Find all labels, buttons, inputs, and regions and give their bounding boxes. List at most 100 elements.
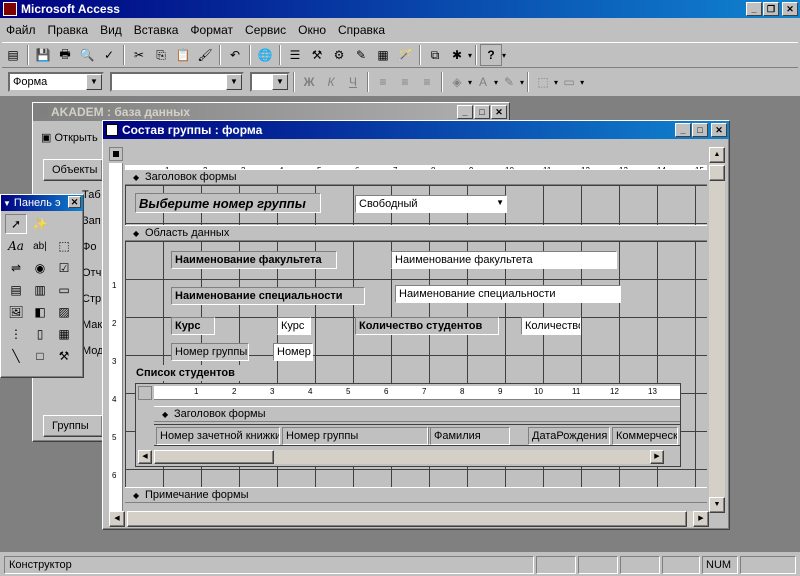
column-record-book[interactable]: Номер зачетной книжки: [156, 427, 280, 445]
form-footer-area[interactable]: [125, 503, 707, 511]
menu-item-format[interactable]: Формат: [184, 23, 239, 37]
restore-button[interactable]: ❐: [763, 2, 779, 16]
db-item-queries[interactable]: Зап: [82, 208, 104, 234]
group-select-combo[interactable]: Свободный ▼: [355, 195, 507, 213]
column-group-number[interactable]: Номер группы: [282, 427, 428, 445]
subform-horizontal-scrollbar[interactable]: ◀ ▶: [138, 450, 664, 464]
column-surname[interactable]: Фамилия: [430, 427, 510, 445]
autoformat-icon[interactable]: ⚙: [328, 44, 350, 66]
view-icon[interactable]: ▤: [2, 44, 24, 66]
align-left-icon[interactable]: ≡: [372, 71, 394, 93]
select-group-label[interactable]: Выберите номер группы: [135, 193, 321, 213]
column-birthdate[interactable]: ДатаРождения: [528, 427, 610, 445]
student-subform[interactable]: 1 2 3 4 5 6 7 8 9 10 11 12 13 ◆ Заголово…: [135, 383, 681, 467]
toggle-button-icon[interactable]: ⇌: [5, 258, 27, 278]
db-item-modules[interactable]: Мод: [82, 338, 104, 364]
detail-section-bar[interactable]: ◆ Область данных: [125, 225, 707, 241]
db-item-pages[interactable]: Стр: [82, 286, 104, 312]
italic-button[interactable]: К: [320, 71, 342, 93]
form-header-section-bar[interactable]: ◆ Заголовок формы: [125, 169, 707, 185]
underline-button[interactable]: Ч: [342, 71, 364, 93]
student-list-label[interactable]: Список студентов: [133, 365, 245, 381]
save-icon[interactable]: 💾: [32, 44, 54, 66]
command-button-icon[interactable]: ▭: [53, 280, 75, 300]
hyperlink-icon[interactable]: 🌐: [254, 44, 276, 66]
menu-item-tools[interactable]: Сервис: [239, 23, 292, 37]
help-icon[interactable]: ?: [480, 44, 503, 66]
font-color-icon[interactable]: A: [472, 71, 494, 93]
field-list-icon[interactable]: ☰: [284, 44, 306, 66]
border-width-icon[interactable]: ⬚: [532, 71, 554, 93]
wizard-icon[interactable]: ✨: [29, 214, 51, 234]
subform-selector[interactable]: [138, 386, 152, 400]
undo-icon[interactable]: ↶: [224, 44, 246, 66]
faculty-label[interactable]: Наименование факультета: [171, 251, 337, 269]
scroll-up-button[interactable]: ▲: [709, 147, 725, 163]
font-combo[interactable]: ▼: [110, 72, 244, 92]
new-object-icon[interactable]: ✱: [446, 44, 468, 66]
toolbox-icon[interactable]: ⚒: [306, 44, 328, 66]
unbound-frame-icon[interactable]: ◧: [29, 302, 51, 322]
form-horizontal-scrollbar[interactable]: ◀ ▶: [109, 511, 709, 527]
menu-item-view[interactable]: Вид: [94, 23, 128, 37]
subform-header-section-bar[interactable]: ◆ Заголовок формы: [154, 406, 680, 422]
minimize-button[interactable]: _: [746, 2, 762, 16]
specialty-label[interactable]: Наименование специальности: [171, 287, 365, 305]
fill-color-icon[interactable]: ◈: [446, 71, 468, 93]
close-button[interactable]: ✕: [68, 196, 81, 208]
align-right-icon[interactable]: ≡: [416, 71, 438, 93]
menu-item-edit[interactable]: Правка: [42, 23, 95, 37]
line-color-icon[interactable]: ✎: [498, 71, 520, 93]
student-count-field[interactable]: Количество: [521, 317, 581, 335]
course-field[interactable]: Курс: [277, 317, 311, 335]
database-window-icon[interactable]: ⧉: [424, 44, 446, 66]
toolbox-menu-icon[interactable]: ▼: [3, 199, 11, 208]
course-label[interactable]: Курс: [171, 317, 215, 335]
minimize-button[interactable]: _: [457, 105, 473, 119]
form-vertical-scrollbar[interactable]: ▲ ▼: [709, 147, 725, 513]
group-number-field[interactable]: Номер: [273, 343, 313, 361]
object-combo[interactable]: Форма ▼: [8, 72, 104, 92]
scroll-right-button[interactable]: ▶: [650, 450, 664, 464]
form-footer-section-bar[interactable]: ◆ Примечание формы: [125, 487, 707, 503]
objects-button[interactable]: Объекты: [43, 159, 103, 181]
scroll-thumb[interactable]: [709, 165, 725, 181]
form-design-window[interactable]: Состав группы : форма _ □ ✕ 1 2 3 4 5 6 …: [102, 120, 730, 530]
open-button[interactable]: ▣ Открыть: [41, 131, 98, 144]
builder-icon[interactable]: 🪄: [394, 44, 416, 66]
close-button[interactable]: ✕: [491, 105, 507, 119]
format-painter-icon[interactable]: 🖌: [194, 44, 216, 66]
close-button[interactable]: ✕: [711, 123, 727, 137]
size-combo[interactable]: ▼: [250, 72, 290, 92]
scroll-thumb[interactable]: [154, 450, 274, 464]
menu-item-file[interactable]: Файл: [0, 23, 42, 37]
scroll-left-button[interactable]: ◀: [138, 450, 152, 464]
scroll-right-button[interactable]: ▶: [693, 511, 709, 527]
list-box-icon[interactable]: ▥: [29, 280, 51, 300]
select-pointer-icon[interactable]: ➚: [5, 214, 27, 234]
group-number-label[interactable]: Номер группы: [171, 343, 249, 361]
close-button[interactable]: ✕: [782, 2, 798, 16]
scroll-thumb[interactable]: [127, 511, 687, 527]
page-break-icon[interactable]: ⋮: [5, 324, 27, 344]
scroll-left-button[interactable]: ◀: [109, 511, 125, 527]
db-item-tables[interactable]: Таб: [82, 182, 104, 208]
cut-icon[interactable]: ✂: [128, 44, 150, 66]
menu-item-help[interactable]: Справка: [332, 23, 391, 37]
scroll-down-button[interactable]: ▼: [709, 497, 725, 513]
more-controls-icon[interactable]: ⚒: [53, 346, 75, 366]
rectangle-icon[interactable]: □: [29, 346, 51, 366]
db-item-macros[interactable]: Мак: [82, 312, 104, 338]
specialty-field[interactable]: Наименование специальности: [395, 285, 621, 303]
line-icon[interactable]: ╲: [5, 346, 27, 366]
maximize-button[interactable]: □: [692, 123, 708, 137]
faculty-field[interactable]: Наименование факультета: [391, 251, 617, 269]
maximize-button[interactable]: □: [474, 105, 490, 119]
student-count-label[interactable]: Количество студентов: [355, 317, 499, 335]
groups-button[interactable]: Группы: [43, 415, 103, 437]
column-commercial[interactable]: Коммерческий: [612, 427, 678, 445]
checkbox-icon[interactable]: ☑: [53, 258, 75, 278]
print-icon[interactable]: 🖶: [54, 44, 76, 66]
toolbox-panel[interactable]: ▼ Панель э ✕ ➚ ✨ Aa ab| ⬚ ⇌ ◉ ☑ ▤ ▥ ▭ 🖼 …: [0, 194, 84, 378]
copy-icon[interactable]: ⎘: [150, 44, 172, 66]
